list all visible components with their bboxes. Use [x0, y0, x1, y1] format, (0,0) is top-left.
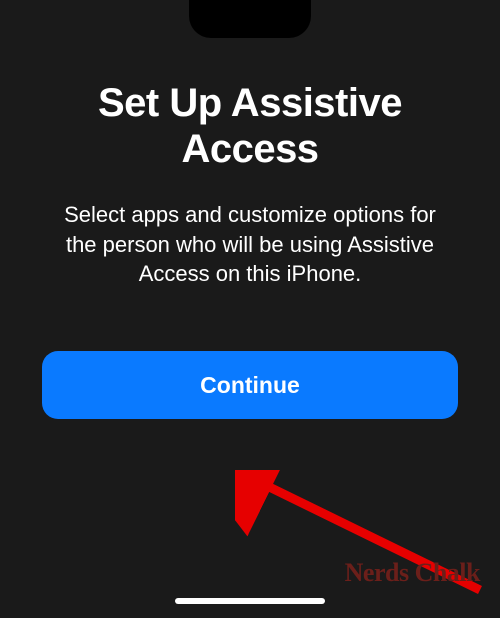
- page-title: Set Up Assistive Access: [40, 80, 460, 172]
- continue-button[interactable]: Continue: [42, 351, 458, 419]
- device-notch: [189, 0, 311, 38]
- home-indicator[interactable]: [175, 598, 325, 604]
- watermark-text: Nerds Chalk: [345, 558, 480, 588]
- main-content: Set Up Assistive Access Select apps and …: [0, 0, 500, 618]
- page-description: Select apps and customize options for th…: [40, 200, 460, 289]
